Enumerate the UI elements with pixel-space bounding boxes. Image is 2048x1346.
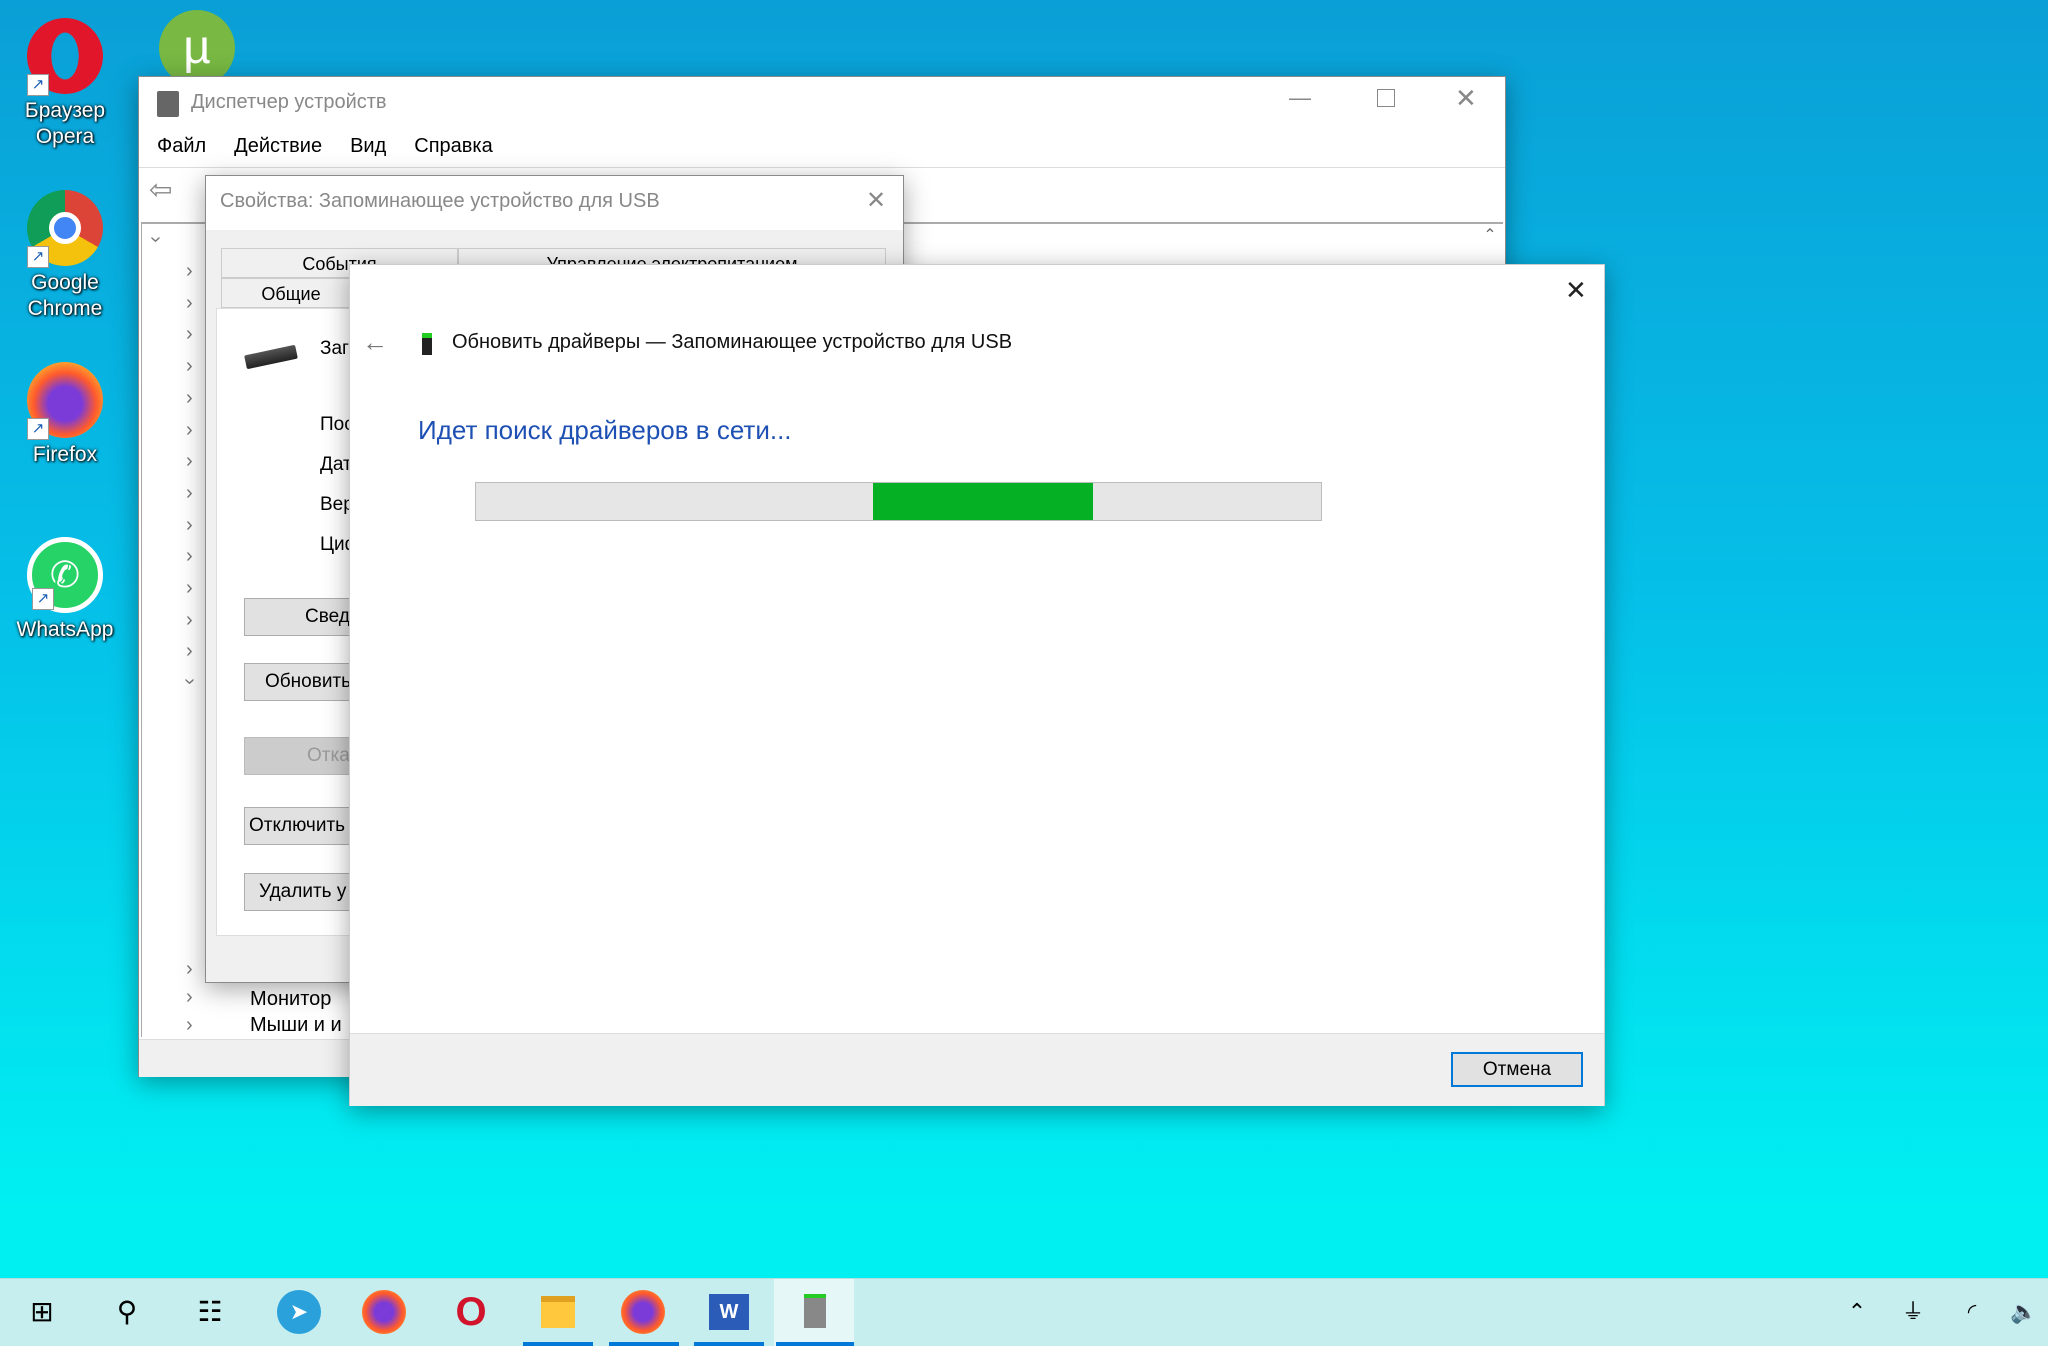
windows-start-icon[interactable]: ⊞ bbox=[20, 1290, 64, 1334]
volume-icon[interactable]: 🔈 bbox=[2002, 1290, 2046, 1334]
progress-segment bbox=[873, 483, 1093, 520]
back-toolbar-button[interactable]: ⇦ bbox=[149, 173, 172, 206]
menu-bar: Файл Действие Вид Справка bbox=[157, 135, 521, 158]
tree-expand-chevron[interactable]: › bbox=[186, 260, 193, 283]
tree-collapse-chevron[interactable]: › bbox=[178, 678, 201, 685]
desktop-icon-chrome[interactable]: ↗ Google Chrome bbox=[10, 190, 120, 322]
tree-item-mice[interactable]: Мыши и и bbox=[250, 1014, 342, 1036]
cancel-button[interactable]: Отмена bbox=[1451, 1052, 1583, 1087]
menu-action[interactable]: Действие bbox=[234, 135, 322, 157]
dialog-title: Свойства: Запоминающее устройство для US… bbox=[220, 190, 660, 212]
device-manager-icon[interactable] bbox=[793, 1290, 837, 1334]
chrome-icon: ↗ bbox=[27, 190, 103, 268]
opera-icon[interactable]: O bbox=[449, 1290, 493, 1334]
shortcut-arrow-icon: ↗ bbox=[32, 588, 54, 610]
tree-expand-chevron[interactable]: › bbox=[186, 986, 193, 1009]
firefox-icon[interactable] bbox=[362, 1290, 406, 1334]
file-explorer-icon[interactable] bbox=[536, 1290, 580, 1334]
tree-expand-chevron[interactable]: › bbox=[186, 482, 193, 505]
tree-expand-chevron[interactable]: › bbox=[186, 323, 193, 346]
close-button[interactable]: ✕ bbox=[1565, 275, 1587, 306]
usb-device-icon bbox=[422, 333, 432, 355]
menu-help[interactable]: Справка bbox=[414, 135, 492, 157]
tree-expand-chevron[interactable]: › bbox=[186, 958, 193, 981]
whatsapp-icon: ✆ ↗ bbox=[27, 537, 103, 613]
tree-expand-chevron[interactable]: › bbox=[186, 640, 193, 663]
desktop-icon-whatsapp[interactable]: ✆ ↗ WhatsApp bbox=[10, 537, 120, 643]
shortcut-arrow-icon: ↗ bbox=[27, 418, 49, 440]
icon-label: Firefox bbox=[32, 443, 98, 466]
tree-expand-chevron[interactable]: › bbox=[186, 355, 193, 378]
tree-expand-chevron[interactable]: › bbox=[186, 609, 193, 632]
scrollbar[interactable]: ⌃ bbox=[1477, 225, 1503, 265]
icon-label: Браузер bbox=[24, 99, 106, 122]
chevron-up-icon[interactable]: ⌃ bbox=[1835, 1290, 1879, 1334]
icon-label: Google bbox=[31, 271, 99, 294]
tree-expand-chevron[interactable]: › bbox=[186, 577, 193, 600]
icon-label: Chrome bbox=[27, 297, 103, 320]
power-plug-icon[interactable]: ⏚ bbox=[1891, 1290, 1935, 1334]
close-button[interactable]: ✕ bbox=[866, 186, 886, 215]
status-heading: Идет поиск драйверов в сети... bbox=[418, 415, 792, 445]
firefox-icon[interactable] bbox=[621, 1290, 665, 1334]
device-manager-icon bbox=[157, 91, 179, 117]
minimize-button[interactable]: — bbox=[1289, 85, 1311, 111]
tree-expand-chevron[interactable]: › bbox=[186, 387, 193, 410]
progress-bar bbox=[475, 482, 1322, 521]
task-view-icon[interactable]: ☷ bbox=[188, 1290, 232, 1334]
tree-expand-chevron[interactable]: › bbox=[186, 419, 193, 442]
menu-file[interactable]: Файл bbox=[157, 135, 206, 157]
tree-expand-chevron[interactable]: › bbox=[186, 1014, 193, 1037]
search-icon[interactable]: ⚲ bbox=[105, 1290, 149, 1334]
telegram-icon[interactable]: ➤ bbox=[277, 1290, 321, 1334]
tree-expand-chevron[interactable]: › bbox=[186, 292, 193, 315]
wifi-icon[interactable]: ◜ bbox=[1950, 1290, 1994, 1334]
maximize-button[interactable] bbox=[1377, 89, 1395, 107]
utorrent-icon: µ bbox=[159, 10, 235, 86]
opera-icon: ↗ bbox=[27, 18, 103, 96]
window-title: Диспетчер устройств bbox=[191, 91, 387, 113]
shortcut-arrow-icon: ↗ bbox=[27, 246, 49, 268]
shortcut-arrow-icon: ↗ bbox=[27, 74, 49, 96]
tree-expand-chevron[interactable]: › bbox=[186, 450, 193, 473]
back-arrow-icon[interactable]: ← bbox=[362, 327, 388, 358]
firefox-icon: ↗ bbox=[27, 362, 103, 440]
date-label: Дат bbox=[320, 454, 352, 475]
tree-expand-chevron[interactable]: › bbox=[186, 514, 193, 537]
dialog-title: Обновить драйверы — Запоминающее устройс… bbox=[452, 331, 1013, 353]
menu-view[interactable]: Вид bbox=[350, 135, 386, 157]
tree-item-monitors[interactable]: Монитор bbox=[250, 988, 331, 1010]
device-name-label: Заг bbox=[320, 338, 349, 359]
dialog-footer bbox=[350, 1033, 1604, 1106]
tab-general[interactable]: Общие bbox=[221, 278, 361, 308]
desktop-icon-firefox[interactable]: ↗ Firefox bbox=[10, 362, 120, 468]
tree-expand-chevron[interactable]: › bbox=[186, 545, 193, 568]
tree-expand-root[interactable]: › bbox=[144, 236, 167, 243]
desktop-icon-opera[interactable]: ↗ Браузер Opera bbox=[10, 18, 120, 150]
icon-label: WhatsApp bbox=[16, 618, 114, 641]
close-button[interactable]: ✕ bbox=[1455, 83, 1477, 114]
update-drivers-dialog: ✕ ← Обновить драйверы — Запоминающее уст… bbox=[349, 264, 1605, 1106]
icon-label: Opera bbox=[35, 125, 95, 148]
word-icon[interactable]: W bbox=[707, 1290, 751, 1334]
